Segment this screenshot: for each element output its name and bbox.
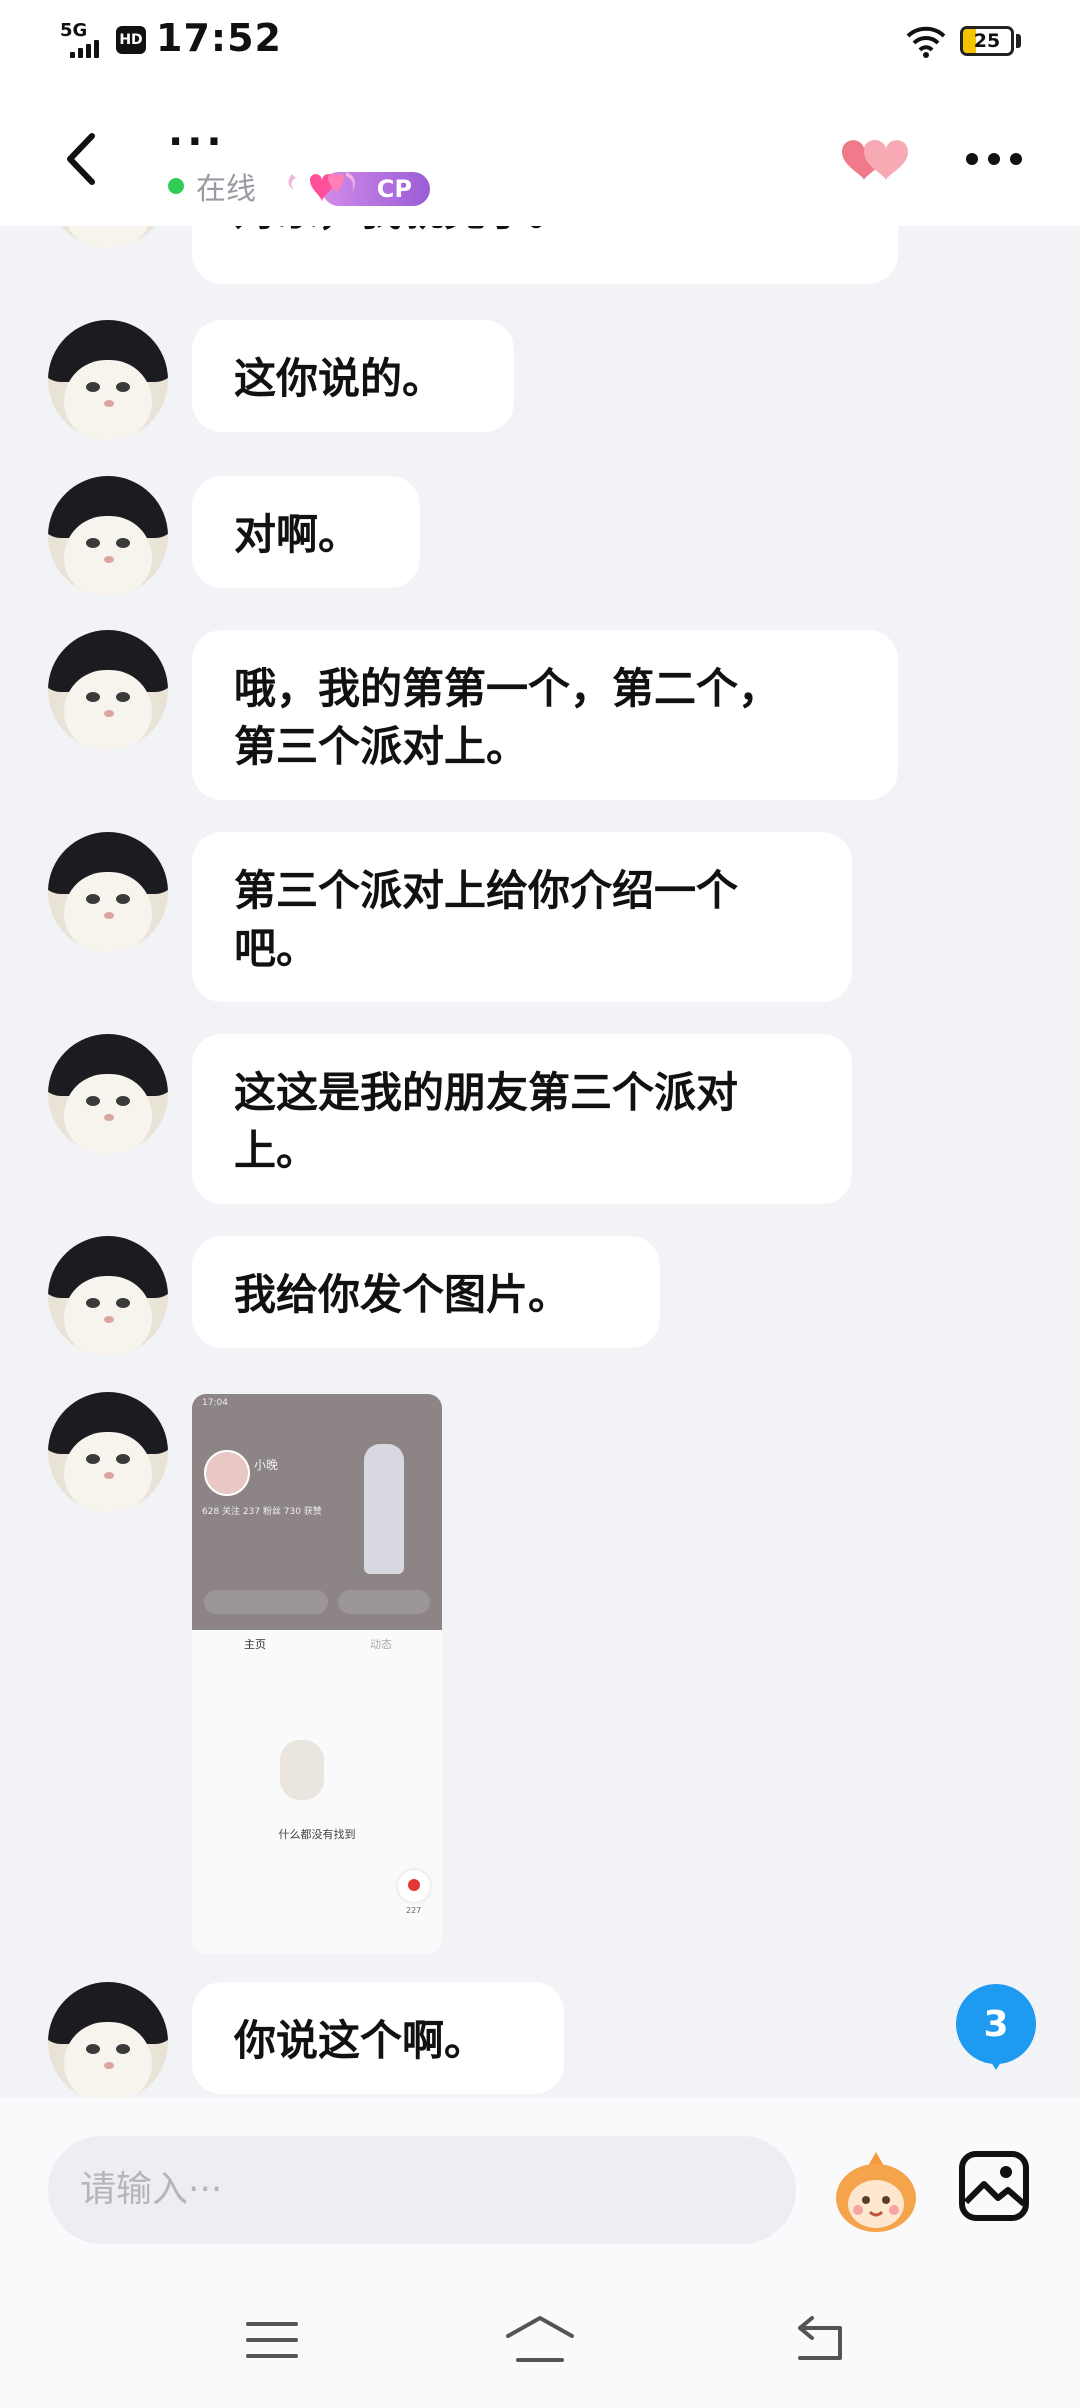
- more-icon[interactable]: [962, 144, 1026, 174]
- thumb-empty-illustration: [280, 1740, 324, 1800]
- message-text: 你说这个啊。: [234, 2016, 487, 2065]
- battery-icon: 25: [960, 26, 1014, 56]
- home-icon[interactable]: [504, 2314, 576, 2364]
- message-text: 我给你发个图片。: [234, 1270, 571, 1319]
- avatar[interactable]: [48, 1392, 168, 1512]
- image-thumb-header: 17:04 小晚 628 关注 237 粉丝 730 获赞: [192, 1394, 442, 1630]
- thumb-tab-home: 主页: [244, 1638, 266, 1651]
- image-message[interactable]: 17:04 小晚 628 关注 237 粉丝 730 获赞 主页 动态 什么都没…: [192, 1394, 442, 1954]
- hearts-icon[interactable]: [838, 130, 914, 186]
- message-text-line: 吧。: [234, 924, 319, 973]
- network-type: 5G: [60, 20, 88, 41]
- avatar[interactable]: [48, 1982, 168, 2098]
- message-bubble[interactable]: 对啊。: [192, 476, 420, 588]
- message-text-line: 哦，我的第第一个，第二个，: [234, 664, 781, 713]
- cellular-signal-icon: 5G: [60, 20, 112, 60]
- thumb-name: 小晚: [254, 1458, 279, 1472]
- avatar[interactable]: [48, 320, 168, 440]
- message-bubble[interactable]: 第三个派对上给你介绍一个 吧。: [192, 832, 852, 1002]
- message-bubble[interactable]: 哦，我的第第一个，第二个， 第三个派对上。: [192, 630, 898, 800]
- thumb-stats: 628 关注 237 粉丝 730 获赞: [202, 1507, 322, 1517]
- online-status: 在线: [196, 172, 256, 207]
- thumb-heart-icon: [398, 1870, 430, 1902]
- battery-level: 25: [973, 30, 1001, 52]
- battery-tip: [1016, 34, 1021, 48]
- avatar[interactable]: [48, 832, 168, 952]
- hd-icon: HD: [116, 26, 146, 54]
- thumb-likes: 227: [406, 1906, 422, 1915]
- thumb-figure: [364, 1444, 404, 1574]
- avatar[interactable]: [48, 1236, 168, 1356]
- message-bubble[interactable]: 对象，我就完了。: [192, 226, 898, 284]
- image-icon[interactable]: [958, 2150, 1030, 2222]
- thumb-avatar: [204, 1450, 250, 1496]
- thumb-tab-feed: 动态: [370, 1638, 392, 1651]
- message-text: 对啊。: [234, 510, 361, 559]
- message-text-line: 这这是我的朋友第三个派对: [234, 1068, 739, 1117]
- cp-badge[interactable]: CP: [284, 164, 432, 210]
- status-bar: 5G HD 17:52 25: [0, 0, 1080, 84]
- avatar[interactable]: [48, 226, 168, 248]
- avatar[interactable]: [48, 1034, 168, 1154]
- message-text: 对象，我就完了。: [234, 226, 570, 235]
- thumb-empty-text: 什么都没有找到: [278, 1828, 356, 1841]
- input-bar: 请输入···: [0, 2098, 1080, 2248]
- message-input[interactable]: 请输入···: [48, 2136, 796, 2244]
- message-bubble[interactable]: 这这是我的朋友第三个派对 上。: [192, 1034, 852, 1204]
- system-navigation-bar: [0, 2248, 1080, 2408]
- unread-count-badge[interactable]: 3: [956, 1984, 1036, 2070]
- message-bubble[interactable]: 这你说的。: [192, 320, 514, 432]
- message-text-line: 第三个派对上。: [234, 722, 529, 771]
- contact-name[interactable]: ...: [168, 112, 226, 152]
- cp-hearts-icon: [288, 172, 355, 202]
- message-text: 这你说的。: [234, 354, 445, 403]
- avatar[interactable]: [48, 630, 168, 750]
- thumb-button: [204, 1590, 328, 1614]
- return-icon[interactable]: [792, 2314, 848, 2362]
- back-arrow-icon[interactable]: [52, 124, 112, 194]
- message-text-line: 上。: [234, 1126, 319, 1175]
- chat-header: ... 在线 CP: [0, 84, 1080, 226]
- mascot-emoji-icon[interactable]: [830, 2146, 922, 2238]
- message-bubble[interactable]: 你说这个啊。: [192, 1982, 564, 2094]
- thumb-time: 17:04: [202, 1398, 228, 1408]
- thumb-button: [338, 1590, 430, 1614]
- message-list[interactable]: 对象，我就完了。 这你说的。 对啊。 哦，我的第第一个，第二个， 第三个派对上。…: [0, 226, 1080, 2098]
- message-text-line: 第三个派对上给你介绍一个: [234, 866, 739, 915]
- clock: 17:52: [156, 16, 282, 60]
- message-bubble[interactable]: 我给你发个图片。: [192, 1236, 660, 1348]
- wifi-icon: [906, 26, 946, 58]
- avatar[interactable]: [48, 476, 168, 596]
- online-indicator: [168, 178, 184, 194]
- menu-icon[interactable]: [246, 2318, 298, 2362]
